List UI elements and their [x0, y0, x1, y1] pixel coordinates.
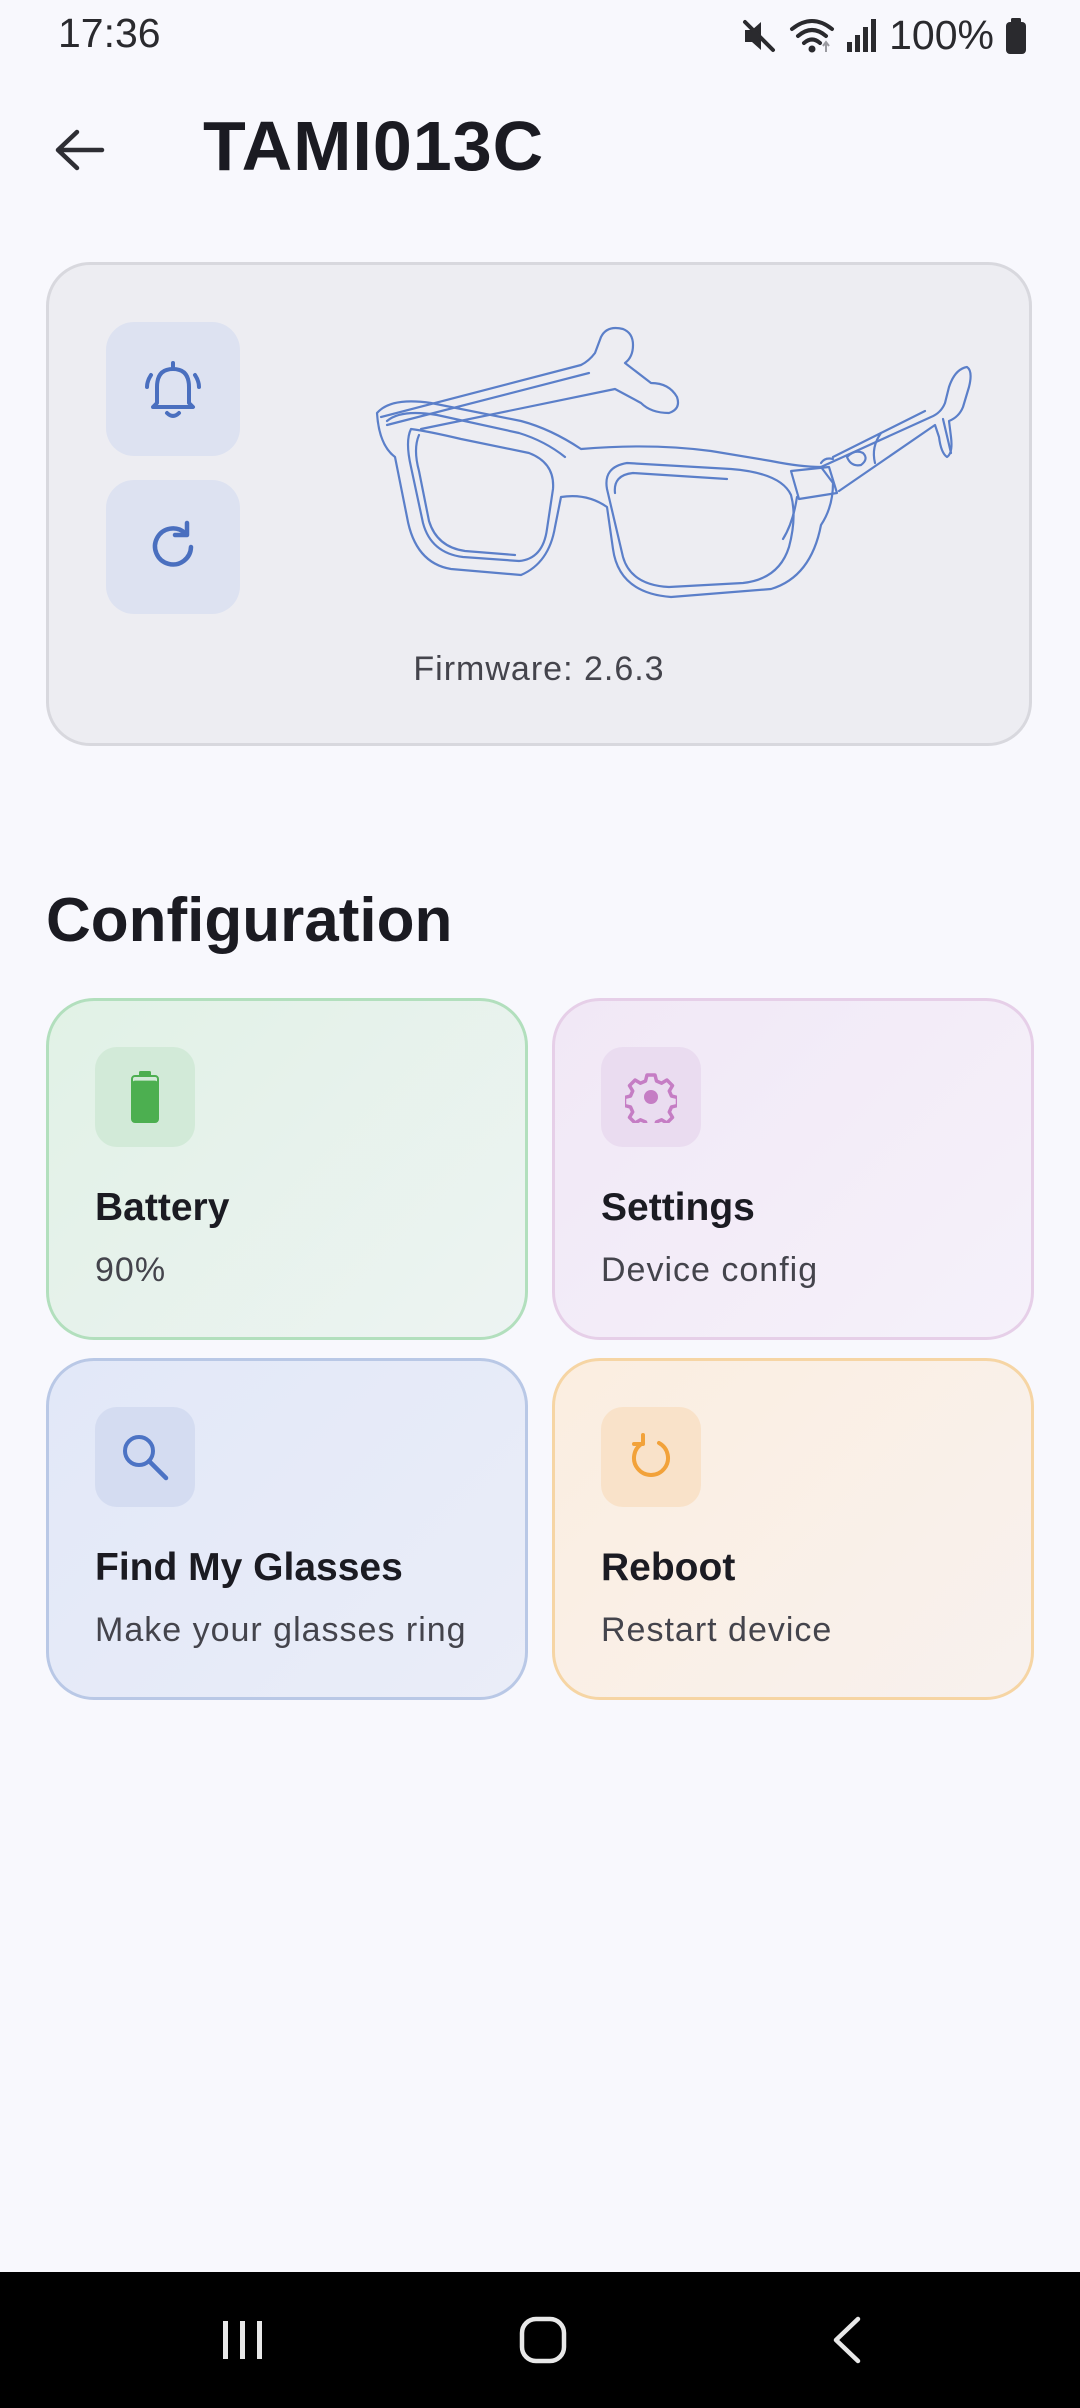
firmware-version: 2.6.3	[583, 650, 665, 688]
wifi-icon	[790, 18, 835, 52]
battery-icon	[131, 1071, 159, 1123]
gear-icon	[625, 1073, 677, 1123]
settings-tile-icon-box	[601, 1047, 701, 1147]
app-bar: TAMI013C	[0, 100, 1080, 200]
refresh-button[interactable]	[106, 480, 240, 614]
recents-button[interactable]	[183, 2300, 303, 2380]
ring-alert-button[interactable]	[106, 322, 240, 456]
settings-tile-title: Settings	[601, 1186, 755, 1229]
back-icon	[833, 2316, 861, 2364]
home-icon	[519, 2316, 567, 2364]
status-bar: 17:36 100%	[0, 0, 1080, 70]
reboot-tile-title: Reboot	[601, 1546, 736, 1589]
restart-icon	[632, 1433, 670, 1477]
find-glasses-tile-subtitle: Make your glasses ring	[95, 1611, 467, 1649]
system-back-button[interactable]	[787, 2300, 907, 2380]
battery-tile-subtitle: 90%	[95, 1251, 167, 1289]
status-battery-text: 100%	[889, 12, 994, 58]
battery-tile[interactable]: Battery 90%	[46, 998, 528, 1340]
bell-icon	[145, 361, 201, 418]
battery-icon	[1006, 17, 1026, 54]
search-icon	[123, 1435, 169, 1481]
mute-icon	[743, 19, 776, 52]
smart-glasses-illustration	[375, 326, 972, 599]
device-card: Firmware: 2.6.3	[46, 262, 1032, 746]
firmware-label: Firmware:	[413, 650, 574, 688]
system-nav-bar	[0, 2272, 1080, 2408]
settings-tile[interactable]: Settings Device config	[552, 998, 1034, 1340]
reboot-tile[interactable]: Reboot Restart device	[552, 1358, 1034, 1700]
reboot-tile-subtitle: Restart device	[601, 1611, 833, 1649]
home-button[interactable]	[483, 2300, 603, 2380]
firmware-text: Firmware: 2.6.3	[49, 650, 1029, 689]
signal-icon	[847, 18, 877, 52]
settings-tile-subtitle: Device config	[601, 1251, 819, 1289]
page-title: TAMI013C	[203, 107, 545, 185]
reboot-tile-icon-box	[601, 1407, 701, 1507]
battery-tile-title: Battery	[95, 1186, 230, 1229]
section-title-configuration: Configuration	[46, 886, 453, 955]
find-glasses-tile-title: Find My Glasses	[95, 1546, 403, 1589]
status-time: 17:36	[58, 10, 161, 56]
arrow-left-icon	[55, 129, 105, 171]
back-button[interactable]	[38, 114, 120, 186]
find-glasses-tile[interactable]: Find My Glasses Make your glasses ring	[46, 1358, 528, 1700]
recents-icon	[223, 2321, 262, 2359]
find-glasses-tile-icon-box	[95, 1407, 195, 1507]
battery-tile-icon-box	[95, 1047, 195, 1147]
status-icons: 100%	[739, 12, 1028, 59]
refresh-icon	[152, 520, 194, 567]
